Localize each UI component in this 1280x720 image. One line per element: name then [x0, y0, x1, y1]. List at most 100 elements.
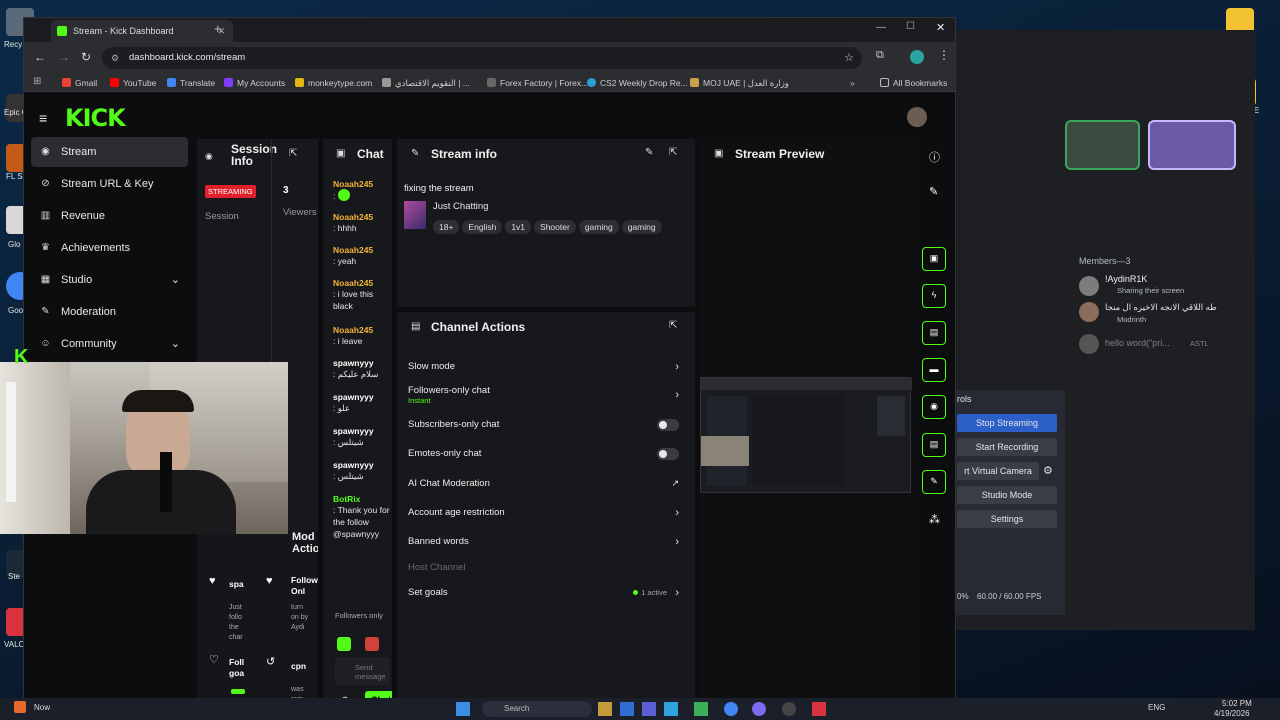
chat-message[interactable]: spawnyyy: سلام عليكم [333, 358, 390, 392]
nodes-icon[interactable]: ⁂ [929, 513, 940, 526]
chat-message[interactable]: spawnyyy: شيتلس [333, 426, 390, 460]
profile-avatar[interactable] [910, 50, 924, 64]
bookmark-my-accounts[interactable]: My Accounts [224, 76, 285, 90]
broadcast-icon[interactable]: ◉ [922, 395, 946, 419]
avatar[interactable] [1079, 334, 1099, 354]
sidebar-item-revenue[interactable]: ▥ Revenue [31, 201, 188, 231]
chat-input[interactable]: Send message [335, 657, 390, 685]
app-icon[interactable] [752, 702, 766, 716]
sidebar-item-moderation[interactable]: ✎ Moderation [31, 297, 188, 327]
bookmark-youtube[interactable]: YouTube [110, 76, 156, 90]
reload-icon[interactable]: ↻ [81, 50, 91, 64]
app-icon[interactable] [812, 702, 826, 716]
app-icon[interactable] [694, 702, 708, 716]
info-icon[interactable]: ⓘ [929, 149, 940, 165]
subscribers-only-row[interactable]: Subscribers-only chat [408, 419, 691, 431]
user-avatar[interactable] [907, 107, 927, 127]
actions-icon[interactable]: ▤ [922, 433, 946, 457]
chrome-icon[interactable] [724, 702, 738, 716]
studio-mode-button[interactable]: Studio Mode [957, 486, 1057, 504]
avatar[interactable] [1079, 302, 1099, 322]
chat-message[interactable]: Noaah245: yeah [333, 245, 390, 278]
more-bookmarks-icon[interactable]: » [850, 76, 855, 90]
close-window-icon[interactable]: ✕ [936, 21, 945, 34]
app-icon[interactable] [664, 702, 678, 716]
popout-icon[interactable]: ⇱ [669, 320, 677, 331]
banned-words-row[interactable]: Banned words › [408, 536, 691, 548]
chat-message[interactable]: BotRix: Thank you for the follow @spawny… [333, 494, 390, 578]
start-recording-button[interactable]: Start Recording [957, 438, 1057, 456]
menu-icon[interactable]: ⋮ [938, 48, 950, 62]
wrench-icon[interactable]: ✎ [922, 470, 946, 494]
preview-video[interactable] [700, 377, 912, 493]
bookmark-gmail[interactable]: Gmail [62, 76, 97, 90]
slow-mode-row[interactable]: Slow mode › [408, 361, 691, 373]
app-icon[interactable] [642, 702, 656, 716]
maximize-icon[interactable]: ☐ [906, 21, 915, 32]
layout-icon[interactable]: ▣ [922, 247, 946, 271]
category-name[interactable]: Just Chatting [433, 201, 488, 212]
url-input[interactable]: ⚙ dashboard.kick.com/stream ☆ [102, 47, 862, 69]
sidebar-item-studio[interactable]: ▦ Studio ⌄ [31, 265, 188, 295]
chat-message[interactable]: Noaah245: i love this black [333, 278, 390, 325]
chat-message[interactable]: spawnyyy: شيتلس [333, 460, 390, 494]
hamburger-menu-icon[interactable]: ≡ [39, 110, 47, 126]
lightning-icon[interactable]: ϟ [922, 284, 946, 308]
back-icon[interactable]: ← [34, 50, 46, 64]
video-tile[interactable] [1148, 120, 1236, 170]
set-goals-row[interactable]: Set goals 1 active › [408, 587, 691, 599]
clipboard-icon[interactable]: ▤ [922, 321, 946, 345]
obs-icon[interactable] [782, 702, 796, 716]
chat-message[interactable]: Noaah245: i leave [333, 325, 390, 358]
subscribers-only-toggle[interactable] [657, 419, 679, 431]
minimize-icon[interactable]: — [876, 22, 886, 33]
sidebar-item-stream[interactable]: ◉ Stream [31, 137, 188, 167]
language-indicator[interactable]: ENG [1148, 703, 1165, 712]
stop-streaming-button[interactable]: Stop Streaming [957, 414, 1057, 432]
popout-icon[interactable]: ⇱ [289, 148, 297, 159]
weather-icon[interactable] [14, 701, 26, 713]
chat-message[interactable]: spawnyyy: علو [333, 392, 390, 426]
account-age-row[interactable]: Account age restriction › [408, 507, 691, 519]
browser-tab[interactable]: Stream - Kick Dashboard ✕ [51, 20, 233, 42]
followers-only-row[interactable]: Followers-only chat Instant › [408, 385, 691, 405]
chat-message[interactable]: Noaah245: hhhh [333, 212, 390, 245]
site-info-icon[interactable]: ⚙ [111, 47, 119, 69]
bookmark-economic-calendar[interactable]: التقويم الاقتصادي | ... [382, 76, 470, 90]
taskbar-search[interactable]: Search [482, 701, 592, 717]
emote-picker-icon[interactable] [337, 637, 351, 651]
windows-start-icon[interactable] [456, 702, 470, 716]
ai-moderation-row[interactable]: AI Chat Moderation ↗ [408, 478, 691, 489]
emotes-only-row[interactable]: Emotes-only chat [408, 448, 691, 460]
member-name[interactable]: !AydinR1K [1105, 274, 1147, 284]
bookmark-star-icon[interactable]: ☆ [844, 47, 854, 69]
edit-icon[interactable]: ✎ [929, 185, 938, 198]
file-explorer-icon[interactable] [598, 702, 612, 716]
store-icon[interactable] [620, 702, 634, 716]
new-tab-button[interactable]: + [214, 21, 222, 36]
category-thumbnail[interactable] [404, 201, 426, 229]
clock-date[interactable]: 4/19/2026 [1214, 709, 1250, 718]
emote-icon[interactable] [365, 637, 379, 651]
clock-time[interactable]: 5:02 PM [1222, 699, 1252, 708]
kick-logo[interactable]: KICK [65, 104, 126, 132]
edit-icon[interactable]: ✎ [645, 147, 653, 158]
avatar[interactable] [1079, 276, 1099, 296]
settings-button[interactable]: Settings [957, 510, 1057, 528]
bookmark-monkeytype[interactable]: monkeytype.com [295, 76, 372, 90]
widgets-label[interactable]: Now [34, 703, 50, 712]
chat-icon[interactable]: ▬ [922, 358, 946, 382]
gear-icon[interactable]: ⚙ [1043, 464, 1053, 477]
chat-message[interactable]: Noaah245: [333, 179, 390, 212]
apps-icon[interactable]: ⊞ [33, 76, 41, 87]
emotes-only-toggle[interactable] [657, 448, 679, 460]
bookmark-forex-factory[interactable]: Forex Factory | Forex... [487, 76, 588, 90]
sidebar-item-achievements[interactable]: ♛ Achievements [31, 233, 188, 263]
sidebar-item-stream-url[interactable]: ⊘ Stream URL & Key [31, 169, 188, 199]
forward-icon[interactable]: → [58, 50, 70, 64]
sidebar-item-community[interactable]: ☺ Community ⌄ [31, 329, 188, 359]
extensions-icon[interactable]: ⧉ [876, 49, 884, 62]
member-name[interactable]: hello word("pri... [1105, 338, 1170, 348]
all-bookmarks[interactable]: All Bookmarks [880, 76, 947, 90]
video-tile[interactable] [1065, 120, 1140, 170]
